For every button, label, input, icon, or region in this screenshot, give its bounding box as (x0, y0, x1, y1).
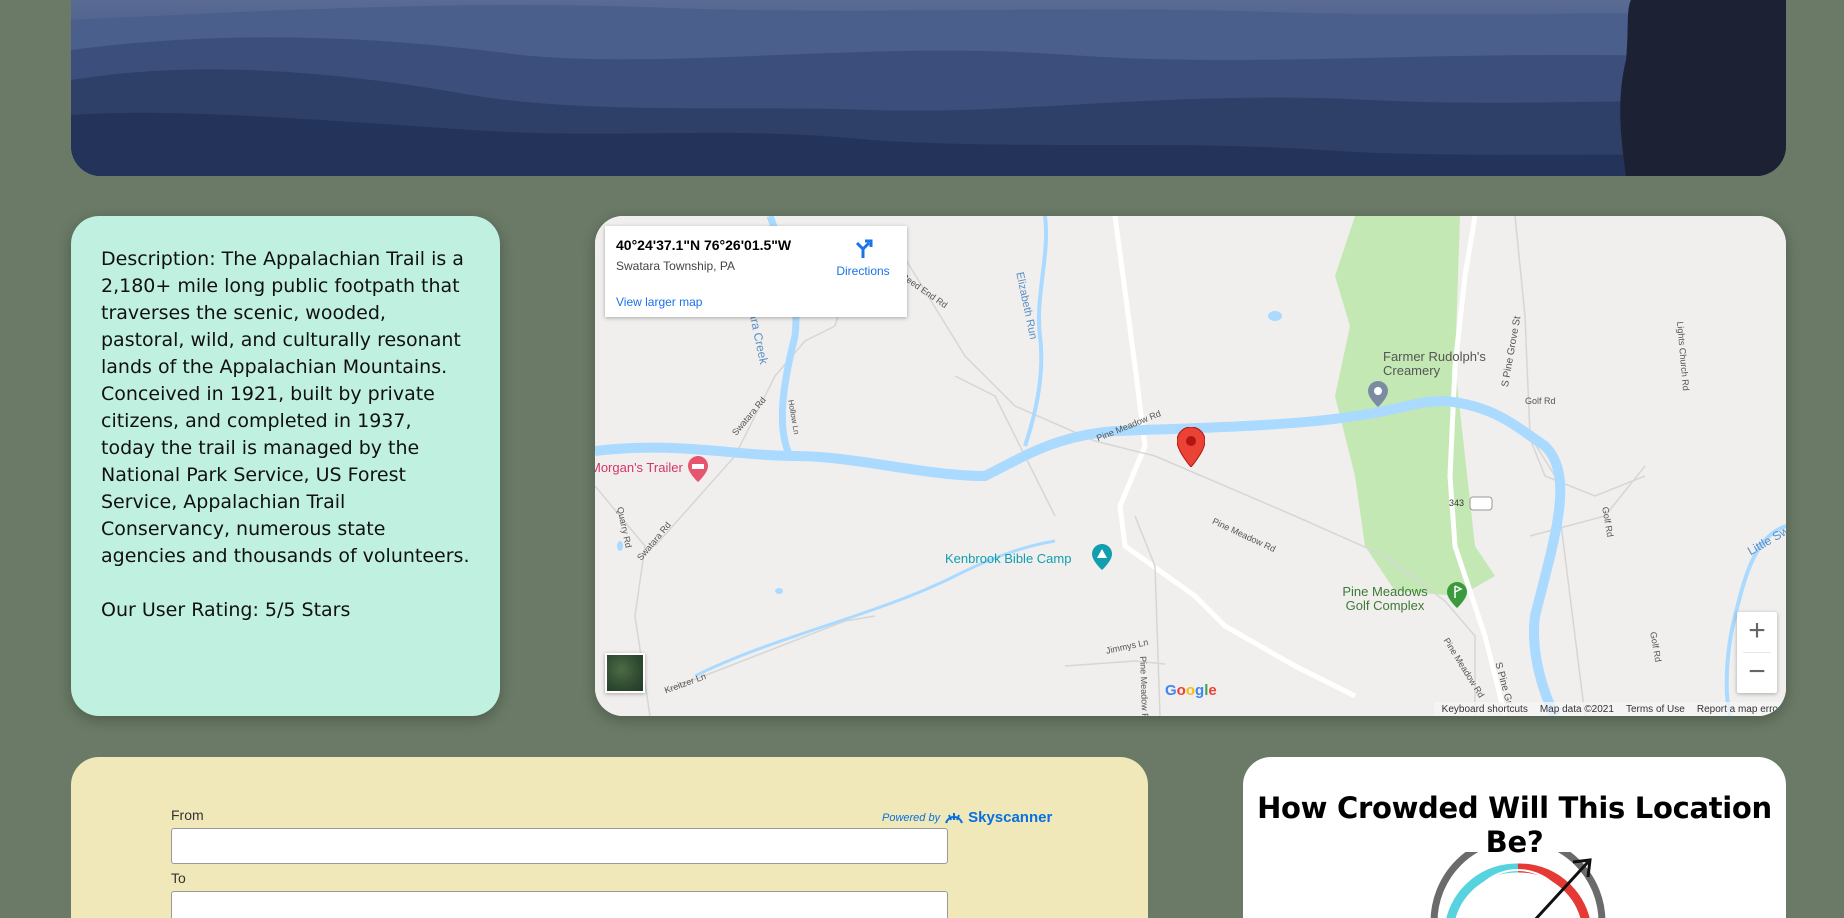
map-embed[interactable]: 343 S Pine Grove St S Pine Gr Farmer Rud… (595, 216, 1786, 716)
route-shield (1469, 496, 1493, 511)
report-error-link[interactable]: Report a map erro (1697, 704, 1778, 715)
from-label: From (171, 807, 204, 823)
user-rating: Our User Rating: 5/5 Stars (101, 599, 351, 621)
view-larger-map-link[interactable]: View larger map (616, 295, 702, 309)
pin-icon[interactable] (1368, 381, 1388, 407)
coordinates-text: 40°24'37.1"N 76°26'01.5"W (616, 237, 792, 253)
mountain-landscape-image (71, 0, 1786, 176)
map-info-box: 40°24'37.1"N 76°26'01.5"W Swatara Townsh… (605, 226, 907, 317)
kenbrook-camp-label: Kenbrook Bible Camp (945, 551, 1072, 566)
powered-by-skyscanner[interactable]: Powered by Skyscanner (882, 809, 1052, 826)
to-input[interactable] (171, 891, 948, 918)
map-data-text: Map data ©2021 (1539, 703, 1614, 715)
route-343-label: 343 (1449, 498, 1465, 508)
keyboard-shortcuts-link[interactable]: Keyboard shortcuts (1442, 704, 1528, 715)
satellite-toggle[interactable] (605, 653, 645, 693)
place-name: Swatara Township, PA (616, 259, 735, 273)
farmer-rudolphs-label: Farmer Rudolph's Creamery (1383, 349, 1486, 378)
golf-rd-label-1: Golf Rd (1525, 396, 1556, 406)
zoom-control: + − (1737, 612, 1777, 693)
morgans-trailer-label: Morgan's Trailer (595, 460, 683, 475)
hero-image (71, 0, 1786, 176)
trail-description: Description: The Appalachian Trail is a … (101, 248, 470, 567)
directions-button[interactable]: Directions (832, 238, 894, 278)
crowd-gauge-card: How Crowded Will This Location Be? (1243, 757, 1786, 918)
crowd-gauge-icon (1430, 852, 1606, 918)
from-input[interactable] (171, 828, 948, 864)
map-footer: Keyboard shortcuts Map data ©2021 Terms … (1433, 702, 1786, 716)
google-logo: Google (1165, 682, 1217, 699)
to-label: To (171, 870, 186, 886)
skyscanner-logo-icon (945, 812, 964, 823)
crowd-title: How Crowded Will This Location Be? (1257, 791, 1772, 859)
flight-search-widget: From Powered by Skyscanner To (71, 757, 1148, 918)
terms-link[interactable]: Terms of Use (1626, 704, 1685, 715)
red-location-pin-icon[interactable] (1177, 427, 1205, 467)
zoom-in-button[interactable]: + (1737, 612, 1777, 652)
zoom-out-button[interactable]: − (1737, 653, 1777, 693)
skyscanner-brand: Skyscanner (968, 809, 1053, 826)
directions-label: Directions (836, 264, 890, 278)
description-card: Description: The Appalachian Trail is a … (71, 216, 500, 716)
powered-by-text: Powered by (882, 811, 941, 824)
directions-icon (855, 239, 873, 258)
camp-icon[interactable] (1092, 544, 1112, 570)
pine-meadows-golf-label: Pine Meadows Golf Complex (1342, 584, 1428, 613)
bed-icon[interactable] (688, 456, 708, 482)
golf-icon[interactable] (1447, 582, 1467, 608)
